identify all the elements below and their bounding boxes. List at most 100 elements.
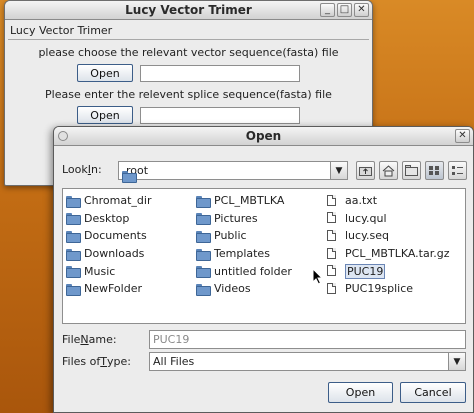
file-name-label: File Name:	[62, 333, 117, 346]
folder-icon	[196, 248, 211, 261]
open-vector-button[interactable]: Open	[77, 64, 133, 82]
open-dialog: Open ✕ Look In: root ▼ Chromat_dir Deskt…	[53, 126, 474, 413]
folder-icon	[196, 230, 211, 243]
look-in-prefix: Look	[62, 163, 88, 176]
list-item-selected[interactable]: PUC19	[327, 262, 450, 280]
list-item[interactable]: Documents	[66, 227, 152, 245]
item-name: NewFolder	[84, 282, 142, 296]
item-name: Documents	[84, 229, 147, 243]
file-name-prefix: File	[62, 333, 81, 346]
list-item[interactable]: Pictures	[196, 210, 292, 228]
folder-icon	[196, 283, 211, 296]
open-splice-button[interactable]: Open	[77, 106, 133, 124]
item-name: Desktop	[84, 211, 130, 225]
item-name: untitled folder	[214, 264, 292, 278]
folder-icon	[66, 195, 81, 208]
folder-icon	[196, 265, 211, 279]
list-item[interactable]: lucy.seq	[327, 227, 450, 245]
main-window-controls: _ □ ✕	[320, 3, 369, 17]
vector-prompt: please choose the relevant vector sequen…	[38, 46, 339, 59]
up-one-level-icon[interactable]	[356, 161, 375, 180]
list-item[interactable]: aa.txt	[327, 192, 450, 210]
list-item[interactable]: Music	[66, 262, 152, 280]
list-item[interactable]: PCL_MBTLKA	[196, 192, 292, 210]
list-item[interactable]: PCL_MBTLKA.tar.gz	[327, 245, 450, 263]
file-list[interactable]: Chromat_dir Desktop Documents Downloads …	[62, 188, 466, 324]
folder-icon	[66, 248, 81, 261]
close-icon[interactable]: ✕	[455, 129, 470, 143]
main-window-title: Lucy Vector Trimer	[125, 3, 252, 17]
list-item[interactable]: Downloads	[66, 245, 152, 263]
vector-file-input[interactable]	[140, 64, 300, 82]
file-name-input[interactable]: PUC19	[149, 330, 466, 349]
list-item[interactable]: PUC19splice	[327, 280, 450, 298]
minimize-icon[interactable]: _	[320, 3, 335, 17]
list-item[interactable]: lucy.qul	[327, 210, 450, 228]
details-view-icon[interactable]	[448, 161, 467, 180]
window-menu-icon[interactable]	[58, 131, 68, 141]
list-item[interactable]: NewFolder	[66, 280, 152, 298]
file-name-mnemonic: N	[80, 333, 89, 346]
look-in-combo[interactable]: root ▼	[118, 161, 348, 180]
close-icon[interactable]: ✕	[354, 3, 369, 17]
chevron-down-icon[interactable]: ▼	[330, 162, 347, 179]
splice-row: Open	[5, 106, 372, 124]
chevron-down-icon[interactable]: ▼	[448, 353, 465, 370]
files-of-type-label: Files of Type:	[62, 355, 131, 368]
list-item[interactable]: untitled folder	[196, 262, 292, 280]
main-window-titlebar[interactable]: Lucy Vector Trimer _ □ ✕	[5, 1, 372, 20]
maximize-icon[interactable]: □	[337, 3, 352, 17]
folder-icon	[66, 265, 81, 279]
splice-file-input[interactable]	[140, 106, 300, 124]
item-name: Public	[214, 229, 247, 243]
file-column-1: Chromat_dir Desktop Documents Downloads …	[66, 192, 152, 298]
new-folder-icon[interactable]	[402, 161, 421, 180]
file-column-2: PCL_MBTLKA Pictures Public Templates unt…	[196, 192, 292, 298]
folder-icon	[66, 212, 81, 226]
item-name: Chromat_dir	[84, 194, 152, 208]
file-icon	[327, 247, 341, 260]
item-name: PCL_MBTLKA	[214, 194, 285, 208]
item-name: Templates	[214, 247, 270, 261]
folder-icon	[196, 212, 211, 226]
files-of-type-value: All Files	[153, 355, 195, 368]
item-name: PCL_MBTLKA.tar.gz	[345, 247, 450, 261]
dialog-controls: ✕	[455, 129, 470, 143]
files-of-type-combo[interactable]: All Files ▼	[149, 352, 466, 371]
look-in-label: Look In:	[62, 163, 102, 176]
dialog-titlebar[interactable]: Open ✕	[54, 127, 473, 146]
file-icon	[327, 229, 341, 242]
folder-icon	[196, 195, 211, 208]
file-icon	[327, 194, 341, 207]
folder-icon	[66, 230, 81, 243]
item-name: Pictures	[214, 211, 258, 225]
files-of-type-prefix: Files of	[62, 355, 101, 368]
file-name-suffix: ame:	[88, 333, 117, 346]
item-name: lucy.qul	[345, 211, 387, 225]
item-name: Music	[84, 264, 116, 278]
item-name: aa.txt	[345, 194, 378, 208]
item-name: PUC19splice	[345, 282, 414, 296]
item-name: Videos	[214, 282, 251, 296]
file-icon	[327, 212, 341, 224]
list-view-icon[interactable]	[425, 161, 444, 180]
item-name: PUC19	[345, 263, 386, 279]
folder-icon	[66, 283, 81, 296]
file-icon	[327, 282, 341, 295]
frame-title: Lucy Vector Trimer	[10, 24, 113, 37]
list-item[interactable]: Videos	[196, 280, 292, 298]
open-button[interactable]: Open	[328, 382, 393, 403]
list-item[interactable]: Desktop	[66, 210, 152, 228]
look-in-suffix: n:	[91, 163, 102, 176]
item-name: lucy.seq	[345, 229, 389, 243]
mouse-pointer-icon	[312, 267, 324, 289]
list-item[interactable]: Public	[196, 227, 292, 245]
list-item[interactable]: Templates	[196, 245, 292, 263]
file-column-3: aa.txt lucy.qul lucy.seq PCL_MBTLKA.tar.…	[327, 192, 450, 298]
item-name: Downloads	[84, 247, 145, 261]
home-icon[interactable]	[379, 161, 398, 180]
cancel-button[interactable]: Cancel	[400, 382, 466, 403]
dialog-title: Open	[245, 129, 282, 143]
file-icon	[327, 265, 341, 277]
list-item[interactable]: Chromat_dir	[66, 192, 152, 210]
